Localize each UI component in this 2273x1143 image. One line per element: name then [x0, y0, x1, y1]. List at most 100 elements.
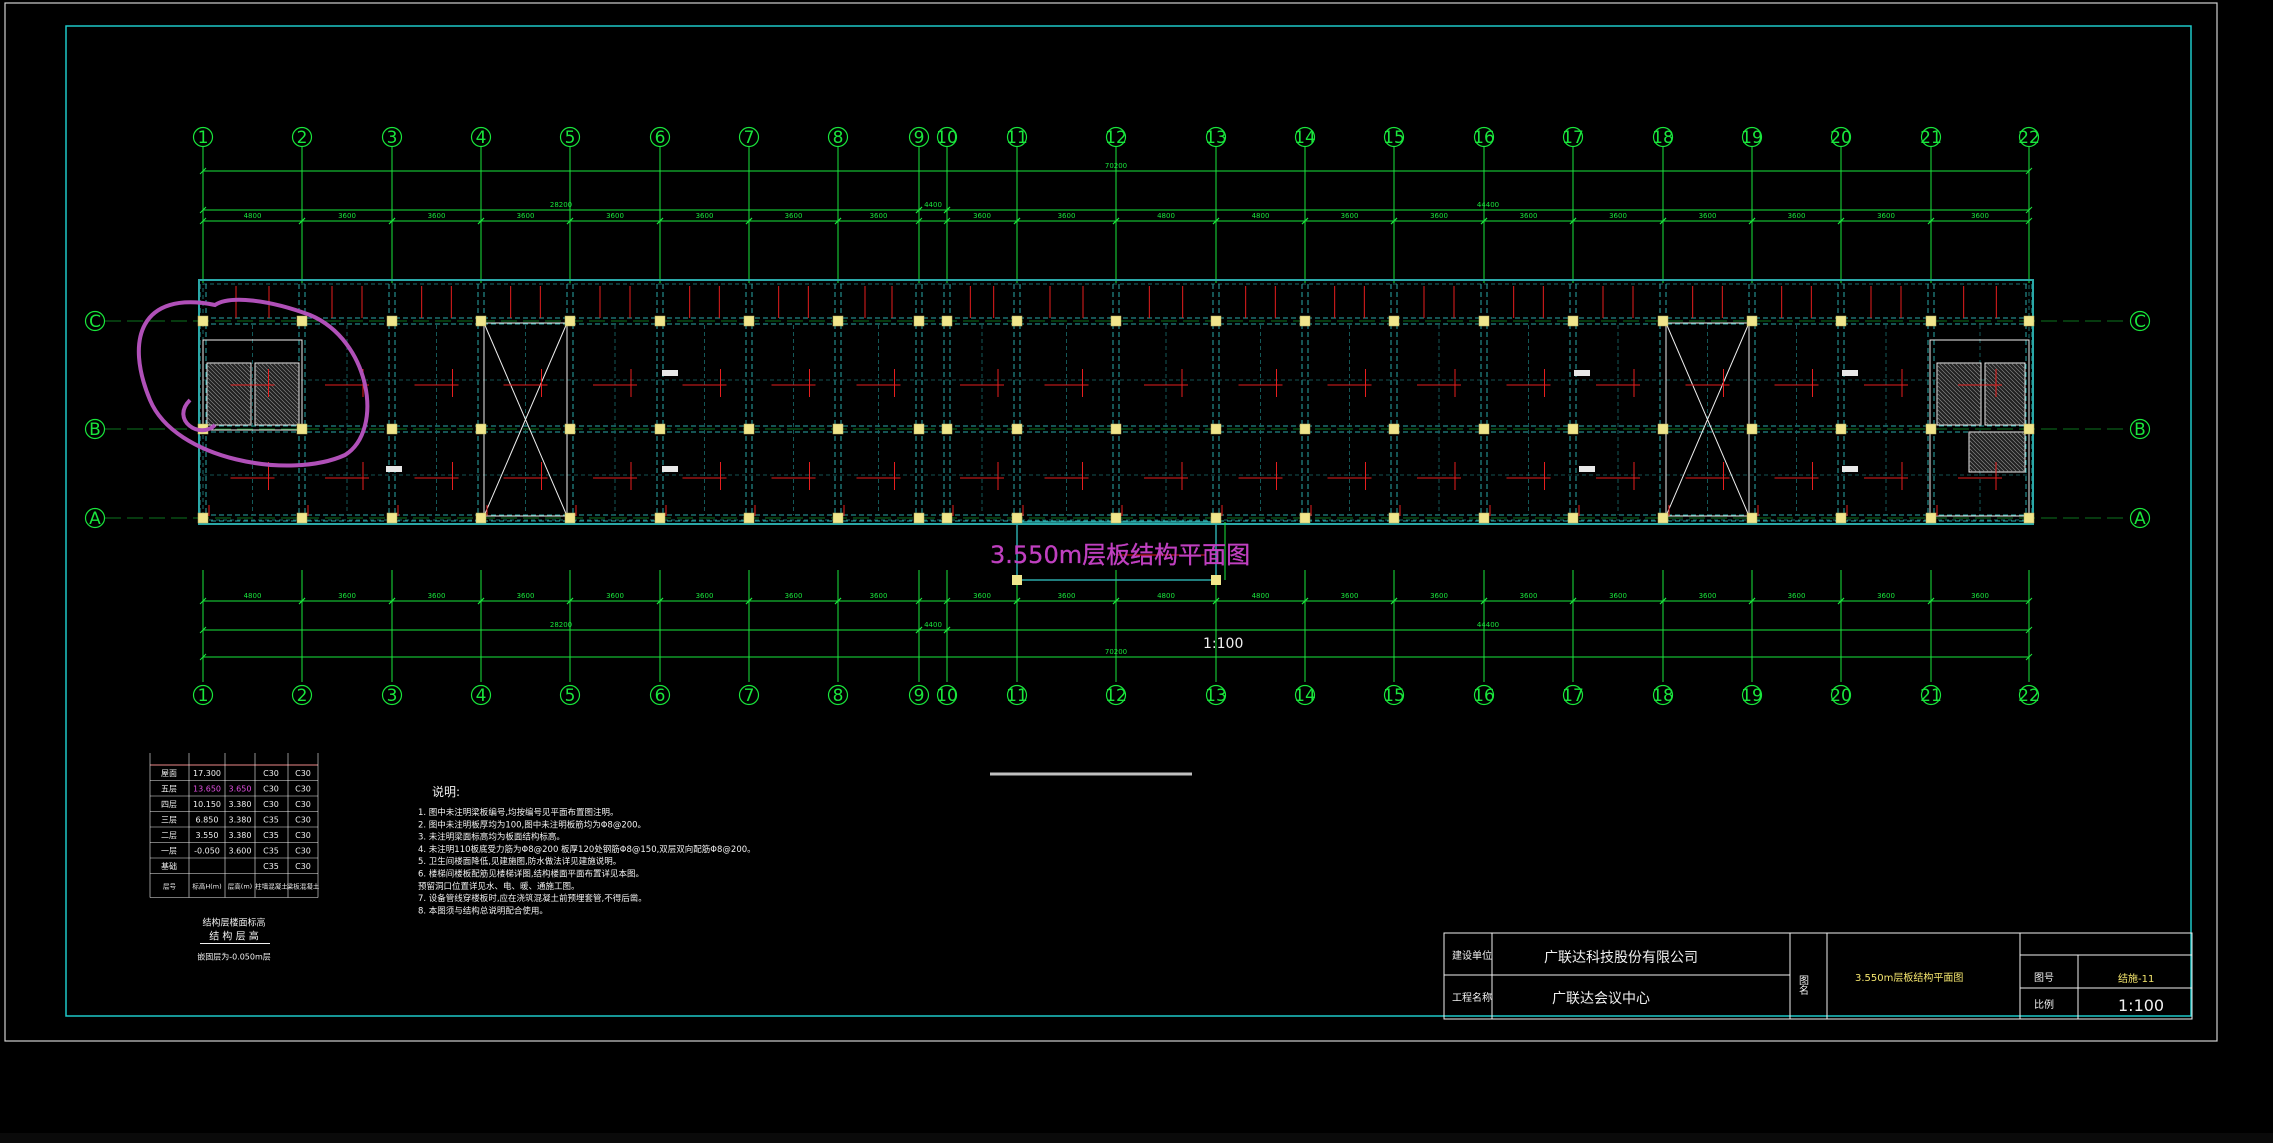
- table-elev: 10.150: [193, 800, 221, 809]
- column-7A: [743, 512, 755, 524]
- grid-label-top-22: 22: [2018, 128, 2040, 148]
- scale-value: 1:100: [2118, 996, 2164, 1015]
- column-8C: [832, 315, 844, 327]
- grid-label-bottom-2: 2: [297, 686, 308, 706]
- grid-label-bottom-1: 1: [198, 686, 209, 706]
- dim-bays-top-text: 3600: [1058, 212, 1076, 220]
- column-11B: [1011, 423, 1023, 435]
- column-4A: [475, 512, 487, 524]
- dim-bays-bottom-text: 3600: [973, 592, 991, 600]
- column-9B: [913, 423, 925, 435]
- dim-bays-bottom-text: 3600: [696, 592, 714, 600]
- dim-bays-bottom-text: 4800: [244, 592, 262, 600]
- table-height: 3.380: [229, 816, 252, 825]
- slab-tag: [1842, 466, 1858, 472]
- note-line: 6. 楼梯间楼板配筋见楼梯详图,结构楼面平面布置详见本图。: [418, 869, 644, 880]
- dim-bays-top-text: 3600: [428, 212, 446, 220]
- column-20C: [1835, 315, 1847, 327]
- table-height: 3.380: [229, 831, 252, 840]
- dim-bays-bottom-text: 3600: [517, 592, 535, 600]
- column-6C: [654, 315, 666, 327]
- table-conc-beam: C30: [295, 847, 311, 856]
- dim-bays-top-text: 4800: [1252, 212, 1270, 220]
- grid-label-bottom-16: 16: [1473, 686, 1495, 706]
- table-conc-col: C35: [263, 816, 279, 825]
- column-19C: [1746, 315, 1758, 327]
- grid-label-bottom-19: 19: [1741, 686, 1763, 706]
- dim-sub-bottom-text: 44400: [1477, 621, 1499, 629]
- cad-drawing-canvas[interactable]: 7020028200440044400480036003600360036003…: [0, 0, 2273, 1143]
- dim-bays-bottom-text: 3600: [1699, 592, 1717, 600]
- dim-bays-bottom-text: 3600: [1788, 592, 1806, 600]
- table-floor: 屋面: [161, 769, 177, 778]
- note-line: 4. 未注明110板底受力筋为Φ8@200 板厚120处钢筋Φ8@150,双层双…: [418, 844, 756, 855]
- table-conc-col: C30: [263, 769, 279, 778]
- column-3B: [386, 423, 398, 435]
- column-7C: [743, 315, 755, 327]
- grid-label-top-14: 14: [1294, 128, 1316, 148]
- grid-label-top-2: 2: [297, 128, 308, 148]
- dim-sub-bottom-text: 28200: [550, 621, 572, 629]
- table-caption-3: 嵌固层为-0.050m层: [197, 952, 271, 962]
- grid-label-bottom-18: 18: [1652, 686, 1674, 706]
- column-16A: [1478, 512, 1490, 524]
- column-7B: [743, 423, 755, 435]
- dim-sub-top-text: 4400: [924, 201, 942, 209]
- dim-bays-top-text: 3600: [1971, 212, 1989, 220]
- column-22C: [2023, 315, 2035, 327]
- dim-sub-top-text: 28200: [550, 201, 572, 209]
- column-18A: [1657, 512, 1669, 524]
- column-20B: [1835, 423, 1847, 435]
- table-height: 3.380: [229, 800, 252, 809]
- slab-tag: [1842, 370, 1858, 376]
- column-17B: [1567, 423, 1579, 435]
- column-9C: [913, 315, 925, 327]
- grid-label-top-18: 18: [1652, 128, 1674, 148]
- column-5A: [564, 512, 576, 524]
- column-1A: [197, 512, 209, 524]
- note-line: 预留洞口位置详见水、电、暖、通施工图。: [418, 881, 580, 892]
- grid-label-bottom-12: 12: [1105, 686, 1127, 706]
- table-conc-beam: C30: [295, 831, 311, 840]
- column-21B: [1925, 423, 1937, 435]
- note-line: 3. 未注明梁面标高均为板面结构标高。: [418, 832, 565, 843]
- table-caption-2: 结 构 层 高: [209, 930, 259, 943]
- dim-bays-top-text: 3600: [1430, 212, 1448, 220]
- table-floor: 四层: [161, 800, 177, 809]
- grid-label-right-B: B: [2134, 420, 2146, 440]
- drawing-title: 3.550m层板结构平面图: [990, 541, 1250, 569]
- column-10B: [941, 423, 953, 435]
- column-19B: [1746, 423, 1758, 435]
- column-14B: [1299, 423, 1311, 435]
- table-elev: 3.550: [196, 831, 219, 840]
- label-drawing-name: 图名: [1797, 975, 1809, 996]
- table-height: 3.600: [229, 847, 252, 856]
- grid-label-top-15: 15: [1383, 128, 1405, 148]
- column-8B: [832, 423, 844, 435]
- grid-label-left-C: C: [89, 312, 101, 332]
- column-12B: [1110, 423, 1122, 435]
- grid-label-bottom-14: 14: [1294, 686, 1316, 706]
- column-12A: [1110, 512, 1122, 524]
- grid-label-bottom-8: 8: [833, 686, 844, 706]
- dim-bays-bottom-text: 3600: [785, 592, 803, 600]
- table-elev: 17.300: [193, 769, 221, 778]
- table-elev: 6.850: [196, 816, 219, 825]
- note-line: 5. 卫生间楼面降低,见建施图,防水做法详见建施说明。: [418, 856, 621, 867]
- label-drawing-no: 图号: [2034, 972, 2054, 984]
- grid-label-top-13: 13: [1205, 128, 1227, 148]
- column-12C: [1110, 315, 1122, 327]
- column-17C: [1567, 315, 1579, 327]
- column-9A: [913, 512, 925, 524]
- canopy-column: [1211, 575, 1221, 585]
- dim-bays-top-text: 3600: [517, 212, 535, 220]
- grid-label-top-4: 4: [476, 128, 487, 148]
- table-conc-col: C35: [263, 847, 279, 856]
- slab-tag: [1574, 370, 1590, 376]
- table-header: 梁板混凝土: [287, 882, 320, 891]
- grid-label-bottom-22: 22: [2018, 686, 2040, 706]
- dim-bays-bottom-text: 3600: [338, 592, 356, 600]
- grid-label-bottom-7: 7: [744, 686, 755, 706]
- column-20A: [1835, 512, 1847, 524]
- drawing-scale: 1:100: [1203, 636, 1243, 652]
